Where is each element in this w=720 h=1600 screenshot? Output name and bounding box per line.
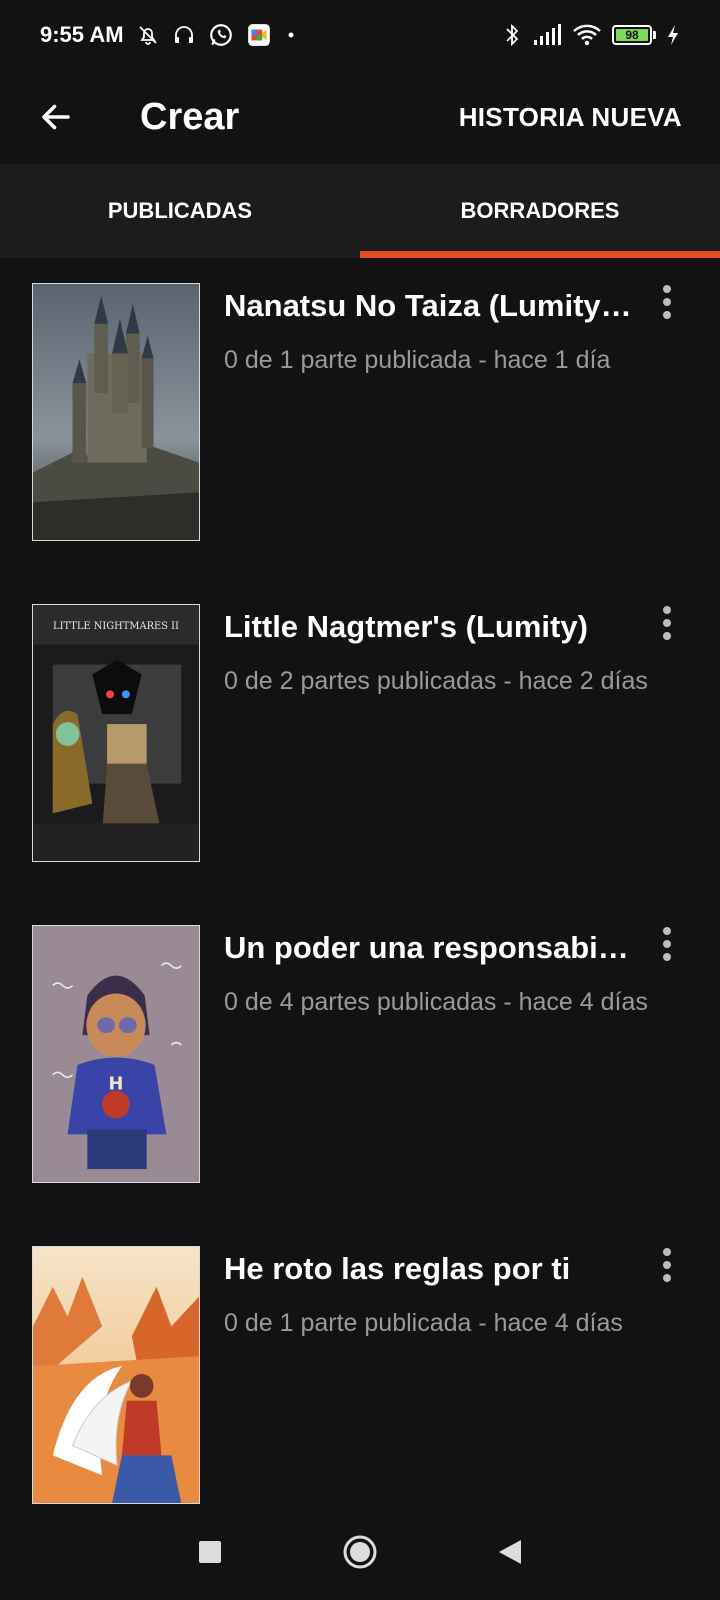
story-list: Nanatsu No Taiza (Lumity ... 0 de 1 part… — [0, 258, 720, 1504]
recents-square-icon — [199, 1541, 221, 1563]
dot-icon — [288, 32, 294, 38]
notification-icons — [136, 22, 298, 48]
story-item[interactable]: H Un poder una responsabilid... 0 de 4 p… — [0, 900, 720, 1221]
home-circle-icon — [343, 1535, 377, 1569]
status-bar: 9:55 AM 98 — [0, 0, 720, 70]
castle-cover-image — [32, 283, 200, 541]
story-title: Nanatsu No Taiza (Lumity ... — [224, 288, 634, 323]
system-icons: 98 — [502, 22, 680, 48]
story-meta: 0 de 1 parte publicada - hace 1 día — [224, 346, 611, 374]
story-title: Little Nagtmer's (Lumity) — [224, 609, 588, 644]
story-title: He roto las reglas por ti — [224, 1251, 571, 1286]
story-meta: 0 de 2 partes publicadas - hace 2 días — [224, 667, 648, 695]
cover-title-text: LITTLE NIGHTMARES II — [53, 621, 179, 632]
more-options-button[interactable] — [652, 922, 682, 966]
story-item[interactable]: He roto las reglas por ti 0 de 1 parte p… — [0, 1221, 720, 1504]
autumn-angel-cover-image — [32, 1246, 200, 1504]
wifi-icon — [573, 24, 601, 46]
story-title: Un poder una responsabilid... — [224, 930, 634, 965]
tab-publicadas[interactable]: PUBLICADAS — [0, 164, 360, 258]
story-meta: 0 de 4 partes publicadas - hace 4 días — [224, 988, 648, 1016]
status-time: 9:55 AM — [40, 22, 124, 47]
more-options-button[interactable] — [652, 601, 682, 645]
app-bar: Crear HISTORIA NUEVA — [0, 70, 720, 164]
new-story-button[interactable]: HISTORIA NUEVA — [459, 102, 682, 133]
story-item[interactable]: LITTLE NIGHTMARES II Little Nagtmer's (L… — [0, 579, 720, 900]
tab-bar: PUBLICADAS BORRADORES — [0, 164, 720, 258]
back-button[interactable] — [26, 87, 86, 147]
recents-button[interactable] — [190, 1532, 230, 1572]
home-button[interactable] — [340, 1532, 380, 1572]
system-nav-bar — [0, 1504, 720, 1600]
headset-icon — [174, 26, 193, 43]
battery-icon: 98 — [612, 25, 656, 45]
whatsapp-icon — [209, 24, 232, 46]
signal-icon — [534, 24, 561, 45]
story-item[interactable]: Nanatsu No Taiza (Lumity ... 0 de 1 part… — [0, 258, 720, 579]
back-nav-button[interactable] — [490, 1532, 530, 1572]
more-options-button[interactable] — [652, 1243, 682, 1287]
arrow-back-icon — [42, 104, 70, 130]
charging-icon — [668, 25, 678, 45]
battery-level: 98 — [616, 28, 648, 42]
page-title: Crear — [140, 95, 240, 138]
meet-icon — [247, 24, 270, 46]
tab-borradores[interactable]: BORRADORES — [360, 164, 720, 258]
back-triangle-icon — [499, 1540, 521, 1564]
more-options-button[interactable] — [652, 280, 682, 324]
little-nightmares-cover-image: LITTLE NIGHTMARES II — [32, 604, 200, 862]
bluetooth-icon — [506, 23, 519, 47]
story-meta: 0 de 1 parte publicada - hace 4 días — [224, 1309, 623, 1337]
character-cover-image: H — [32, 925, 200, 1183]
mute-bell-icon — [138, 26, 157, 45]
